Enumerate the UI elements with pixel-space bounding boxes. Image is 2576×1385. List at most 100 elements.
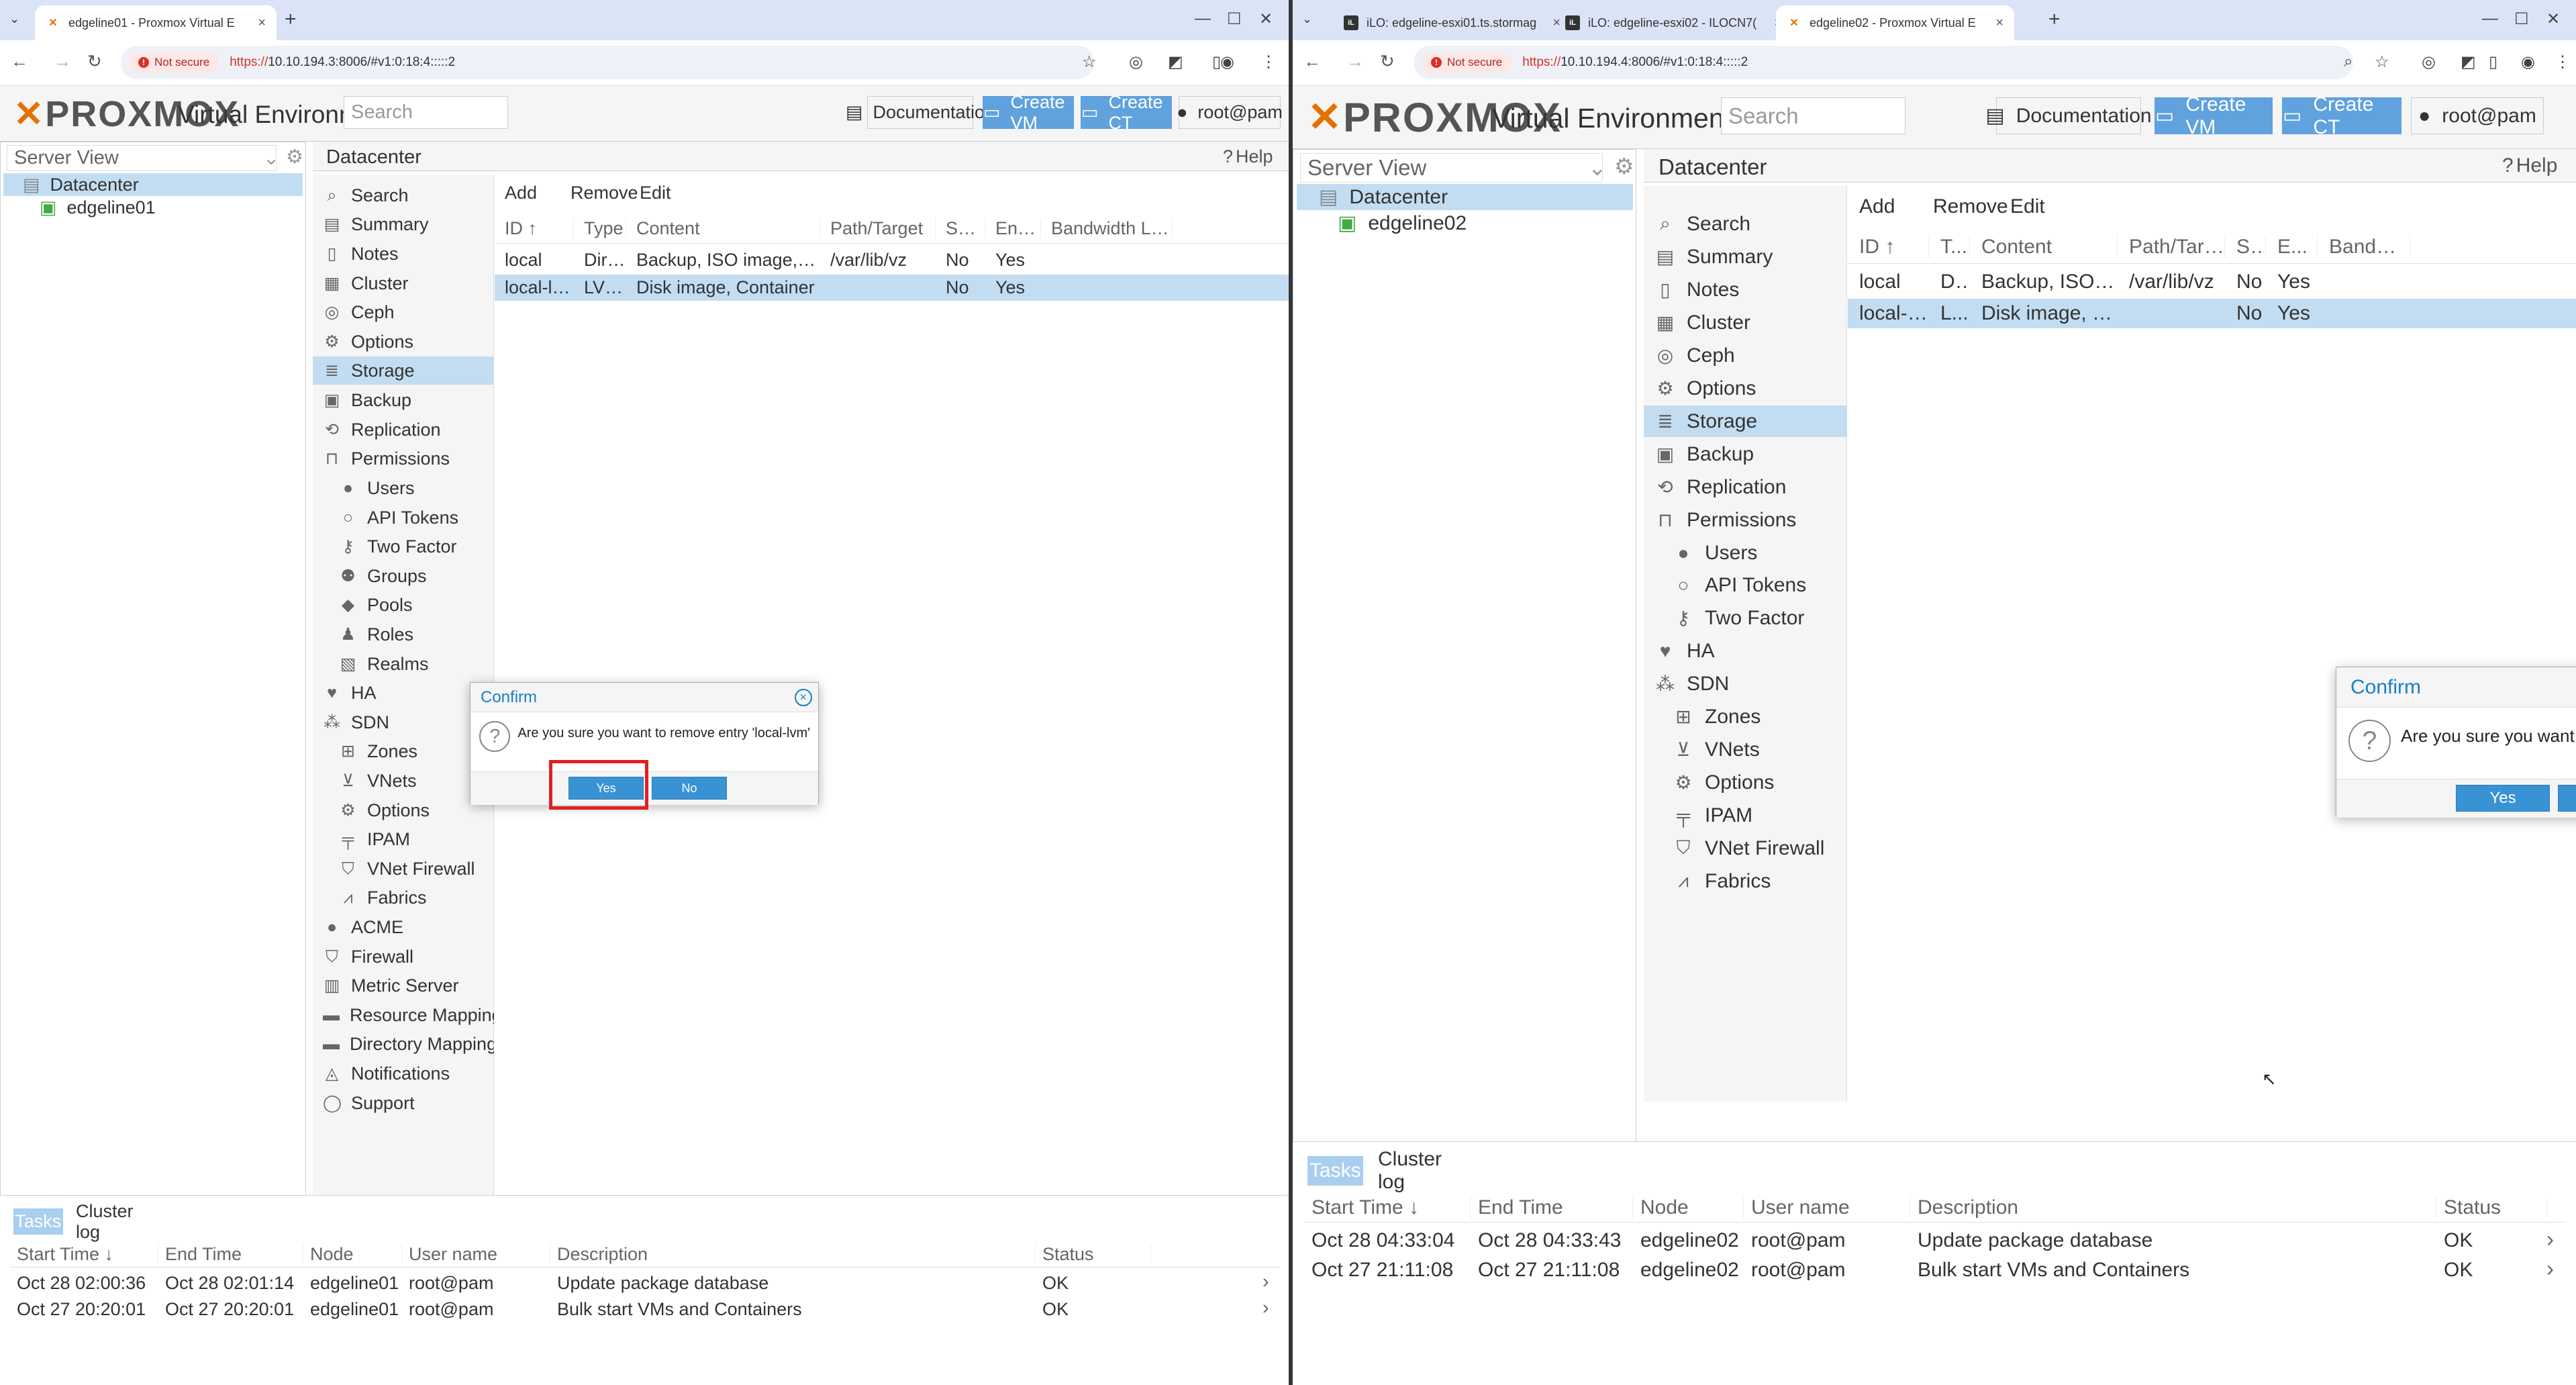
menu-sdn[interactable]: ⁂ SDN <box>1644 668 1847 700</box>
sidebar-icon[interactable]: ▯ <box>2489 52 2497 72</box>
column-header[interactable]: ID ↑ <box>495 218 574 239</box>
not-secure-badge[interactable]: ! Not secure <box>1422 52 1512 73</box>
menu-kebab-icon[interactable]: ⋮ <box>1260 52 1277 72</box>
task-column-header[interactable]: Start Time ↓ <box>1304 1196 1471 1219</box>
menu-search[interactable]: ⌕ Search <box>313 181 494 209</box>
add-button[interactable]: Add <box>1859 195 1895 218</box>
add-button[interactable]: Add <box>505 183 537 203</box>
task-column-header[interactable]: User name <box>402 1243 550 1265</box>
menu-pools[interactable]: ◆ Pools <box>313 591 494 619</box>
menu-notifications[interactable]: ◬ Notifications <box>313 1059 494 1088</box>
menu-ipam[interactable]: ╤ IPAM <box>313 825 494 853</box>
column-header[interactable]: Bandwidt... <box>2318 235 2410 258</box>
menu-permissions[interactable]: ⊓ Permissions <box>1644 504 1847 536</box>
maximize-icon[interactable]: ☐ <box>1227 9 1242 29</box>
create-vm-button[interactable]: ▭ Create VM <box>2154 93 2273 138</box>
task-column-header[interactable]: End Time <box>158 1243 303 1265</box>
tab-cluster-log[interactable]: Cluster log <box>76 1201 161 1242</box>
menu-options[interactable]: ⚙ Options <box>1644 373 1847 404</box>
help-button[interactable]: ? Help <box>2502 154 2557 177</box>
column-header[interactable]: Type <box>574 218 626 239</box>
maximize-icon[interactable]: ☐ <box>2514 9 2529 29</box>
menu-summary[interactable]: ▤ Summary <box>313 210 494 238</box>
browser-tab[interactable]: ✕ edgeline02 - Proxmox Virtual E × <box>1776 5 2014 40</box>
menu-fabrics[interactable]: ⩘ Fabrics <box>1644 865 1847 897</box>
tree-node-edgeline01[interactable]: ▣ edgeline01 <box>3 196 303 219</box>
minimize-icon[interactable]: — <box>1195 9 1211 28</box>
new-tab-button[interactable]: + <box>285 8 297 31</box>
menu-ha[interactable]: ♥ HA <box>1644 635 1847 667</box>
back-icon[interactable]: ← <box>11 51 28 72</box>
browser-tab[interactable]: iL iLO: edgeline-esxi01.ts.stormag × <box>1333 5 1571 40</box>
menu-two-factor[interactable]: ⚷ Two Factor <box>1644 602 1847 634</box>
create-vm-button[interactable]: ▭ Create VM <box>983 92 1074 133</box>
storage-row[interactable]: local-lvm LVM-... Disk image, Container No Y… <box>495 275 1289 301</box>
edit-button[interactable]: Edit <box>640 183 671 203</box>
user-menu-button[interactable]: ● root@pam <box>1177 96 1283 129</box>
help-button[interactable]: ? Help <box>1223 146 1273 167</box>
back-icon[interactable]: ← <box>1303 51 1321 72</box>
column-header[interactable]: Content <box>626 218 820 239</box>
menu-storage[interactable]: ≣ Storage <box>313 356 494 385</box>
menu-api-tokens[interactable]: ○ API Tokens <box>1644 569 1847 601</box>
global-search-input[interactable]: Search <box>1721 97 1905 134</box>
menu-backup[interactable]: ▣ Backup <box>1644 438 1847 470</box>
profile-avatar-icon[interactable]: ◉ <box>2521 52 2535 72</box>
reload-icon[interactable]: ↻ <box>87 51 102 72</box>
task-column-header[interactable]: User name <box>1744 1196 1910 1219</box>
menu-users[interactable]: ● Users <box>313 474 494 502</box>
menu-vnet-firewall[interactable]: ⛉ VNet Firewall <box>1644 832 1847 864</box>
menu-options[interactable]: ⚙ Options <box>1644 767 1847 798</box>
bookmark-star-icon[interactable]: ☆ <box>2375 52 2389 72</box>
minimize-icon[interactable]: — <box>2482 9 2498 28</box>
tree-node-edgeline02[interactable]: ▣ edgeline02 <box>1297 210 1633 236</box>
menu-directory-mappings[interactable]: ▬ Directory Mappings <box>313 1030 494 1058</box>
server-view-chevron-icon[interactable]: ⌄ <box>263 146 279 170</box>
tree-datacenter[interactable]: ▤ Datacenter <box>3 173 303 196</box>
menu-firewall[interactable]: ⛉ Firewall <box>313 943 494 971</box>
menu-acme[interactable]: ● ACME <box>313 913 494 941</box>
server-view-select[interactable]: Server View <box>7 145 277 171</box>
menu-ipam[interactable]: ╤ IPAM <box>1644 800 1847 831</box>
reload-icon[interactable]: ↻ <box>1380 51 1395 72</box>
tab-search-chevron-icon[interactable]: ⌄ <box>9 12 19 26</box>
menu-resource-mappings[interactable]: ▬ Resource Mappings <box>313 1001 494 1029</box>
menu-vnets[interactable]: ⊻ VNets <box>1644 734 1847 765</box>
menu-search[interactable]: ⌕ Search <box>1644 208 1847 240</box>
menu-vnet-firewall[interactable]: ⛉ VNet Firewall <box>313 855 494 883</box>
menu-cluster[interactable]: ▦ Cluster <box>1644 307 1847 338</box>
menu-metric-server[interactable]: ▥ Metric Server <box>313 971 494 1000</box>
edit-button[interactable]: Edit <box>2010 195 2045 218</box>
menu-ceph[interactable]: ◎ Ceph <box>1644 340 1847 371</box>
global-search-input[interactable]: Search <box>344 96 508 129</box>
profile-avatar-icon[interactable]: ◉ <box>1220 52 1234 72</box>
menu-options[interactable]: ⚙ Options <box>313 796 494 824</box>
server-view-select[interactable]: Server View <box>1300 153 1603 183</box>
extension-icon[interactable]: ◎ <box>2422 52 2436 72</box>
tab-search-chevron-icon[interactable]: ⌄ <box>1302 12 1312 26</box>
storage-row[interactable]: local-lvm L... Disk image, Con... No Yes <box>1848 299 2576 328</box>
task-row[interactable]: Oct 27 21:11:08 Oct 27 21:11:08 edgeline02… <box>1304 1256 2565 1284</box>
menu-permissions[interactable]: ⊓ Permissions <box>313 444 494 473</box>
window-close-icon[interactable]: ✕ <box>1259 9 1273 29</box>
column-header[interactable]: T... <box>1929 235 1970 258</box>
menu-support[interactable]: ◯ Support <box>313 1089 494 1117</box>
task-column-header[interactable]: Status <box>2436 1196 2547 1219</box>
task-detail-arrow-icon[interactable]: › <box>1262 1271 1269 1293</box>
task-column-header[interactable]: Status <box>1036 1243 1151 1265</box>
column-header[interactable]: ID ↑ <box>1848 235 1929 258</box>
documentation-button[interactable]: ▤ Documentation <box>1985 97 2152 134</box>
menu-kebab-icon[interactable]: ⋮ <box>2555 52 2571 72</box>
task-column-header[interactable]: Node <box>1633 1196 1744 1219</box>
column-header[interactable]: E... <box>2266 235 2318 258</box>
menu-two-factor[interactable]: ⚷ Two Factor <box>313 532 494 561</box>
documentation-button[interactable]: ▤ Documentation <box>846 96 995 129</box>
not-secure-badge[interactable]: ! Not secure <box>129 52 219 73</box>
browser-tab[interactable]: iLiLO: edgeline-esxi02 - ILOCN7(× <box>1554 5 1793 40</box>
close-tab-icon[interactable]: × <box>258 15 266 31</box>
remove-button[interactable]: Remove <box>571 183 638 203</box>
task-column-header[interactable]: Node <box>303 1243 402 1265</box>
column-header[interactable]: Path/Target <box>2118 235 2225 258</box>
task-column-header[interactable]: Start Time ↓ <box>10 1243 158 1265</box>
storage-row[interactable]: local Direc... Backup, ISO image, Contai..… <box>495 247 1289 273</box>
